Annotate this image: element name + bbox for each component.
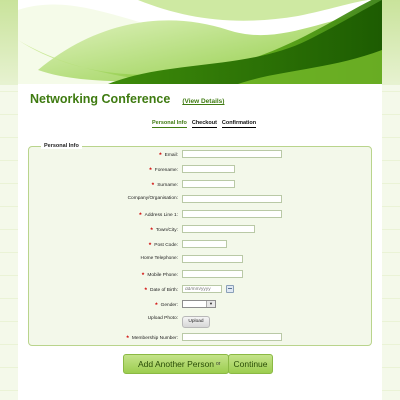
row-company: Company/Organisation: <box>29 195 373 205</box>
town-field[interactable] <box>182 225 255 233</box>
dob-label: Date of Birth: <box>150 288 178 293</box>
form-actions: Add Another Person or Continue <box>18 354 382 376</box>
add-another-person-button[interactable]: Add Another Person <box>123 354 229 374</box>
surname-field[interactable] <box>182 180 235 188</box>
dob-field[interactable] <box>182 285 222 293</box>
required-star: * <box>151 182 155 189</box>
calendar-icon[interactable] <box>226 285 234 293</box>
postcode-field[interactable] <box>182 240 227 248</box>
required-star: * <box>155 302 158 309</box>
row-town: * Town/City: <box>29 225 373 235</box>
gender-select[interactable]: ▼ <box>182 300 216 308</box>
membership-label: Membership Number: <box>131 336 178 341</box>
forename-field[interactable] <box>182 165 235 173</box>
gender-label: Gender: <box>160 303 178 308</box>
row-dob: * Date of Birth: <box>29 285 373 295</box>
required-star: * <box>144 287 147 294</box>
right-decorative-strip <box>381 0 400 400</box>
forename-label: Forename: <box>154 168 178 173</box>
row-gender: * Gender: ▼ <box>29 300 373 310</box>
title-row: Networking Conference (View Details) <box>30 92 224 106</box>
address1-field[interactable] <box>182 210 282 218</box>
header-banner <box>18 0 382 84</box>
view-details-link[interactable]: (View Details) <box>182 98 224 105</box>
postcode-label: Post Code: <box>154 243 178 248</box>
required-star: * <box>141 272 145 279</box>
required-star: * <box>150 227 153 234</box>
mobile-label: Mobile Phone: <box>147 273 178 278</box>
surname-label: Surname: <box>157 183 178 188</box>
company-field[interactable] <box>182 195 282 203</box>
required-star: * <box>139 212 142 219</box>
tab-checkout[interactable]: Checkout <box>191 120 217 128</box>
continue-button[interactable]: Continue <box>228 354 273 374</box>
row-address1: * Address Line 1: <box>29 210 373 220</box>
row-surname: * Surname: <box>29 180 373 190</box>
row-postcode: * Post Code: <box>29 240 373 250</box>
required-star: * <box>149 167 152 174</box>
required-star: * <box>126 335 129 342</box>
personal-info-fieldset: Personal Info * Email: * Forename: * Surnam… <box>28 143 373 346</box>
home-phone-label: Home Telephone: <box>140 256 178 261</box>
row-home-phone: Home Telephone: <box>29 255 373 265</box>
row-forename: * Forename: <box>29 165 373 175</box>
chevron-down-icon: ▼ <box>206 301 215 307</box>
town-label: Town/City: <box>155 228 178 233</box>
upload-photo-label: Upload Photo: <box>147 316 178 321</box>
company-label: Company/Organisation: <box>127 196 178 201</box>
step-tabs: Personal Info Checkout Confirmation <box>152 120 257 128</box>
row-membership: * Membership Number: <box>29 333 373 343</box>
row-mobile: * Mobile Phone: <box>29 270 373 280</box>
email-label: Email: <box>164 153 178 158</box>
mobile-field[interactable] <box>182 270 243 278</box>
email-field[interactable] <box>182 150 282 158</box>
row-email: * Email: <box>29 150 373 160</box>
main-content: Networking Conference (View Details) Per… <box>18 84 382 400</box>
row-upload-photo: Upload Photo: Upload <box>29 316 373 328</box>
membership-field[interactable] <box>182 333 282 341</box>
fieldset-legend: Personal Info <box>41 143 82 149</box>
required-star: * <box>159 152 162 159</box>
address1-label: Address Line 1: <box>144 213 178 218</box>
or-text: or <box>216 361 221 367</box>
left-decorative-strip <box>0 0 19 400</box>
upload-button[interactable]: Upload <box>182 316 210 328</box>
tab-personal-info[interactable]: Personal Info <box>152 120 187 128</box>
home-phone-field[interactable] <box>182 255 243 263</box>
tab-confirmation[interactable]: Confirmation <box>221 120 257 128</box>
required-star: * <box>148 242 152 249</box>
page-title: Networking Conference <box>30 92 171 106</box>
